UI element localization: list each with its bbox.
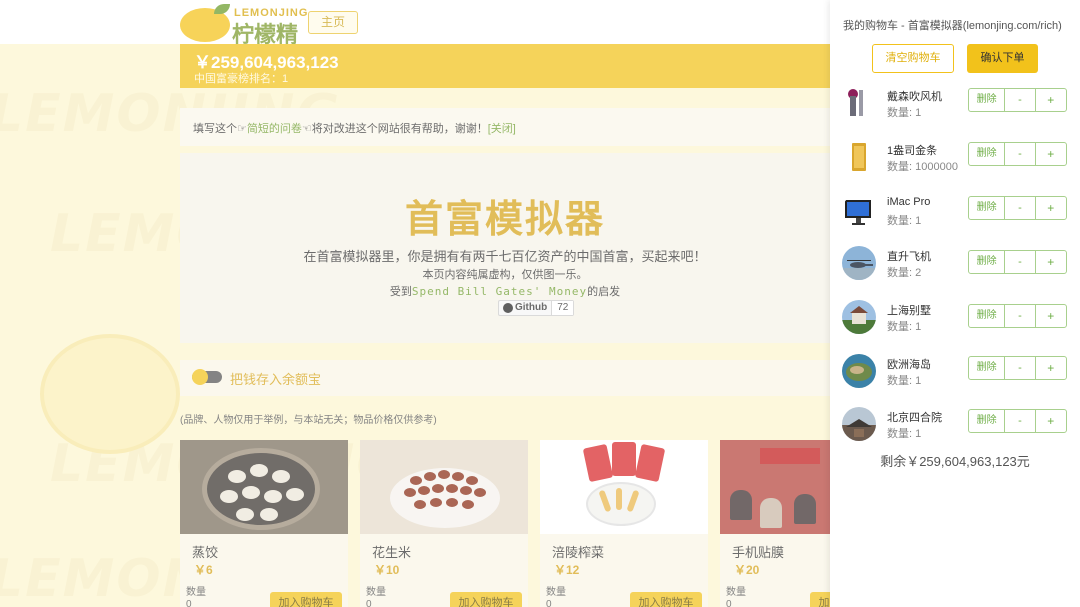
helicopter-icon xyxy=(842,246,876,280)
delete-button[interactable]: 删除 xyxy=(969,143,1006,165)
cart-item: 直升飞机 数量: 2 删除 - + xyxy=(830,246,1080,300)
clear-cart-button[interactable]: 清空购物车 xyxy=(872,44,954,73)
increase-button[interactable]: + xyxy=(1036,143,1066,165)
modal-backdrop[interactable] xyxy=(0,0,830,607)
cart-item-qty: 数量: 1000000 xyxy=(887,161,958,173)
cart-item-qty: 数量: 1 xyxy=(887,321,922,333)
increase-button[interactable]: + xyxy=(1036,410,1066,432)
increase-button[interactable]: + xyxy=(1036,197,1066,219)
delete-button[interactable]: 删除 xyxy=(969,305,1006,327)
cart-item-qty: 数量: 1 xyxy=(887,215,922,227)
cart-item-controls: 删除 - + xyxy=(968,250,1067,274)
cart-item: 上海别墅 数量: 1 删除 - + xyxy=(830,300,1080,354)
cart-item-qty: 数量: 1 xyxy=(887,107,922,119)
delete-button[interactable]: 删除 xyxy=(969,197,1006,219)
cart-item-qty: 数量: 1 xyxy=(887,428,922,440)
decrease-button[interactable]: - xyxy=(1005,251,1036,273)
cart-drawer: 我的购物车 - 首富模拟器(lemonjing.com/rich) 清空购物车 … xyxy=(830,0,1080,607)
villa-icon xyxy=(842,300,876,334)
decrease-button[interactable]: - xyxy=(1005,357,1036,379)
increase-button[interactable]: + xyxy=(1036,89,1066,111)
cart-item: 欧洲海岛 数量: 1 删除 - + xyxy=(830,354,1080,408)
cart-title: 我的购物车 - 首富模拟器(lemonjing.com/rich) xyxy=(843,20,1062,32)
island-icon xyxy=(842,354,876,388)
decrease-button[interactable]: - xyxy=(1005,197,1036,219)
decrease-button[interactable]: - xyxy=(1005,89,1036,111)
cart-item-name: 直升飞机 xyxy=(887,251,931,263)
cart-item: 戴森吹风机 数量: 1 删除 - + xyxy=(830,86,1080,140)
hair-dryer-icon xyxy=(842,86,876,120)
cart-item-controls: 删除 - + xyxy=(968,304,1067,328)
cart-item-name: 北京四合院 xyxy=(887,412,942,424)
decrease-button[interactable]: - xyxy=(1005,410,1036,432)
delete-button[interactable]: 删除 xyxy=(969,410,1006,432)
cart-item-name: 戴森吹风机 xyxy=(887,91,942,103)
cart-item-qty: 数量: 2 xyxy=(887,267,922,279)
cart-item-name: iMac Pro xyxy=(887,196,931,208)
courtyard-house-icon xyxy=(842,407,876,441)
confirm-order-button[interactable]: 确认下单 xyxy=(967,44,1038,73)
cart-item-qty: 数量: 1 xyxy=(887,375,922,387)
gold-bar-icon xyxy=(842,140,876,174)
cart-item-controls: 删除 - + xyxy=(968,88,1067,112)
increase-button[interactable]: + xyxy=(1036,305,1066,327)
cart-item-controls: 删除 - + xyxy=(968,196,1067,220)
increase-button[interactable]: + xyxy=(1036,251,1066,273)
cart-item-controls: 删除 - + xyxy=(968,356,1067,380)
remaining-balance: 剩余￥259,604,963,123元 xyxy=(880,454,1030,469)
cart-item: 1盎司金条 数量: 1000000 删除 - + xyxy=(830,140,1080,194)
cart-item-name: 欧洲海岛 xyxy=(887,359,931,371)
cart-item-controls: 删除 - + xyxy=(968,409,1067,433)
cart-item-name: 1盎司金条 xyxy=(887,145,938,157)
cart-item-controls: 删除 - + xyxy=(968,142,1067,166)
delete-button[interactable]: 删除 xyxy=(969,89,1006,111)
decrease-button[interactable]: - xyxy=(1005,143,1036,165)
imac-icon xyxy=(842,194,876,228)
increase-button[interactable]: + xyxy=(1036,357,1066,379)
cart-item-name: 上海别墅 xyxy=(887,305,931,317)
cart-item: iMac Pro 数量: 1 删除 - + xyxy=(830,194,1080,248)
delete-button[interactable]: 删除 xyxy=(969,251,1006,273)
decrease-button[interactable]: - xyxy=(1005,305,1036,327)
delete-button[interactable]: 删除 xyxy=(969,357,1006,379)
